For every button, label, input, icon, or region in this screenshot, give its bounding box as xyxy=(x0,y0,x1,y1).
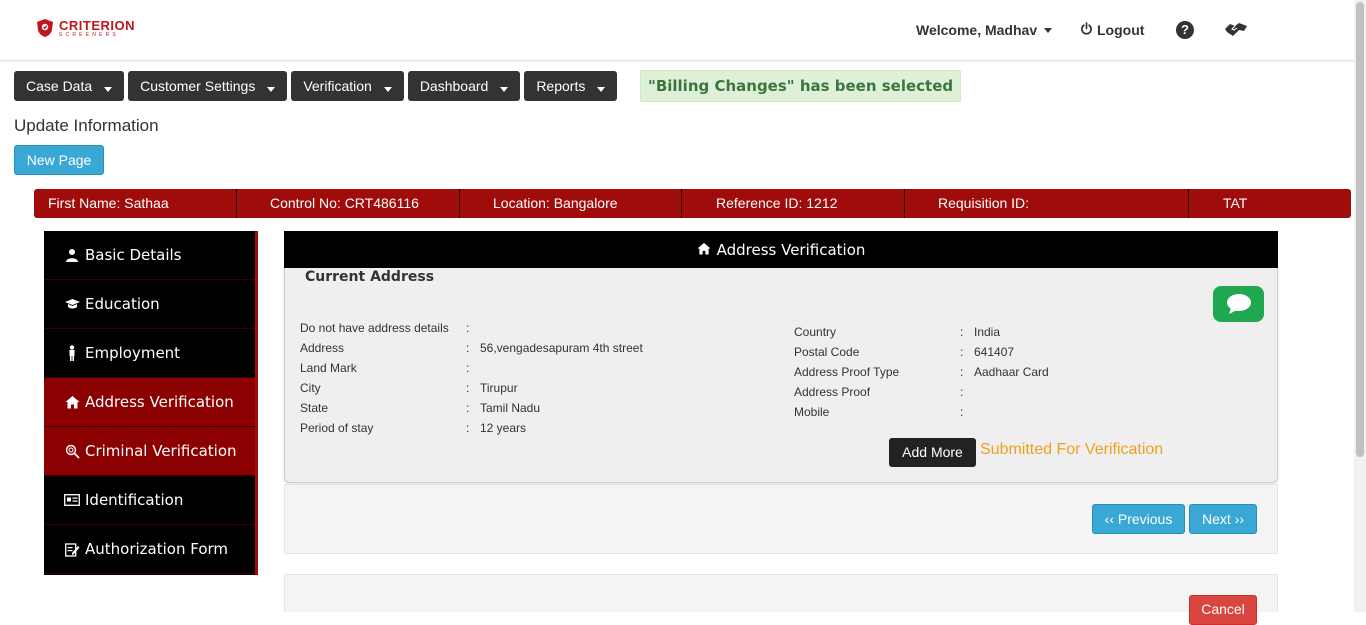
chat-button[interactable] xyxy=(1213,286,1264,322)
reference-id: Reference ID: 1212 xyxy=(682,189,905,218)
logout-label: Logout xyxy=(1097,22,1145,38)
user-menu[interactable]: Welcome, Madhav xyxy=(916,22,1053,38)
candidate-info-bar: First Name: Sathaa Control No: CRT486116… xyxy=(34,189,1351,218)
top-navbar: CRITERION SCREENERS Welcome, Madhav Logo… xyxy=(0,0,1366,61)
field-row: Address : 56,vengadesapuram 4th street xyxy=(300,341,643,355)
field-row: Address Proof Type : Aadhaar Card xyxy=(794,365,1049,379)
chat-icon xyxy=(1226,294,1251,314)
home-icon xyxy=(64,394,80,410)
address-details-panel: Current Address Do not have address deta… xyxy=(284,268,1278,483)
new-page-button[interactable]: New Page xyxy=(14,145,104,175)
verification-status: Submitted For Verification xyxy=(980,441,1164,458)
menu-case-data[interactable]: Case Data xyxy=(14,71,125,101)
first-name: First Name: Sathaa xyxy=(34,189,237,218)
graduation-cap-icon xyxy=(64,296,80,312)
handshake-icon[interactable] xyxy=(1224,20,1248,40)
field-row: Country : India xyxy=(794,325,1001,339)
caret-down-icon xyxy=(1044,27,1053,33)
scrollbar-thumb[interactable] xyxy=(1356,2,1364,457)
user-icon xyxy=(64,247,80,263)
edit-form-icon xyxy=(64,541,80,557)
sidebar-item-identification[interactable]: Identification xyxy=(44,476,255,525)
person-icon xyxy=(64,345,80,361)
field-row: Mobile : xyxy=(794,405,964,419)
sidebar-item-address-verification[interactable]: Address Verification xyxy=(44,378,255,427)
shield-logo-icon xyxy=(36,18,54,38)
add-more-button[interactable]: Add More xyxy=(889,438,976,467)
logout-link[interactable]: Logout xyxy=(1080,22,1144,38)
field-row: State : Tamil Nadu xyxy=(300,401,541,415)
id-card-icon xyxy=(64,492,80,508)
field-row: Do not have address details : xyxy=(300,321,470,335)
panel-title: Address Verification xyxy=(716,240,866,259)
fingerprint-icon xyxy=(64,443,80,459)
field-row: Postal Code : 641407 xyxy=(794,345,1015,359)
previous-button[interactable]: ‹‹ Previous xyxy=(1092,504,1185,534)
menu-reports[interactable]: Reports xyxy=(524,71,618,101)
requisition-id: Requisition ID: xyxy=(905,189,1189,218)
caret-down-icon xyxy=(500,86,509,92)
page-scrollbar[interactable] xyxy=(1354,0,1366,612)
sidebar-item-label: Identification xyxy=(85,491,184,509)
caret-down-icon xyxy=(597,86,606,92)
sidebar-item-label: Basic Details xyxy=(85,246,182,264)
logo-title: CRITERION xyxy=(59,17,135,33)
menu-verification[interactable]: Verification xyxy=(291,71,404,101)
field-row: Period of stay : 12 years xyxy=(300,421,527,435)
sidebar-item-employment[interactable]: Employment xyxy=(44,329,255,378)
criterion-logo[interactable]: CRITERION SCREENERS xyxy=(36,18,135,38)
sidebar-item-label: Employment xyxy=(85,344,181,362)
sidebar-item-label: Address Verification xyxy=(85,393,234,411)
caret-down-icon xyxy=(104,86,113,92)
sidebar-item-basic-details[interactable]: Basic Details xyxy=(44,231,255,280)
sidebar-item-label: Criminal Verification xyxy=(85,442,237,460)
sidebar-item-education[interactable]: Education xyxy=(44,280,255,329)
caret-down-icon xyxy=(267,86,276,92)
cancel-button[interactable]: Cancel xyxy=(1189,595,1257,625)
caret-down-icon xyxy=(383,86,392,92)
power-icon xyxy=(1080,22,1093,38)
menu-customer-settings[interactable]: Customer Settings xyxy=(128,71,288,101)
selection-alert: "Billing Changes" has been selected xyxy=(640,70,962,102)
pagination-panel: ‹‹ Previous Next ›› xyxy=(284,484,1278,554)
home-icon xyxy=(697,241,711,259)
field-row: Address Proof : xyxy=(794,385,964,399)
panel-header: Address Verification xyxy=(284,231,1278,268)
logo-subtitle: SCREENERS xyxy=(59,31,119,38)
sidebar-item-label: Education xyxy=(85,295,160,313)
location: Location: Bangalore xyxy=(460,189,682,218)
help-icon[interactable]: ? xyxy=(1176,21,1194,39)
control-number: Control No: CRT486116 xyxy=(237,189,460,218)
welcome-text: Welcome, Madhav xyxy=(916,22,1038,38)
sidebar-item-label: Authorization Form xyxy=(85,540,229,558)
field-row: City : Tirupur xyxy=(300,381,518,395)
sidebar-item-criminal-verification[interactable]: Criminal Verification xyxy=(44,427,255,476)
sidebar-item-authorization-form[interactable]: Authorization Form xyxy=(44,525,255,574)
actions-panel: Cancel xyxy=(284,574,1278,625)
tat: TAT xyxy=(1223,195,1248,211)
field-row: Land Mark : xyxy=(300,361,470,375)
verification-sidebar: Basic Details Education Employment Addre… xyxy=(44,231,258,575)
main-menu: Case Data Customer Settings Verification… xyxy=(14,71,618,101)
section-title: Current Address xyxy=(305,269,435,285)
page-title: Update Information xyxy=(14,116,159,135)
next-button[interactable]: Next ›› xyxy=(1189,504,1257,534)
menu-dashboard[interactable]: Dashboard xyxy=(407,71,521,101)
